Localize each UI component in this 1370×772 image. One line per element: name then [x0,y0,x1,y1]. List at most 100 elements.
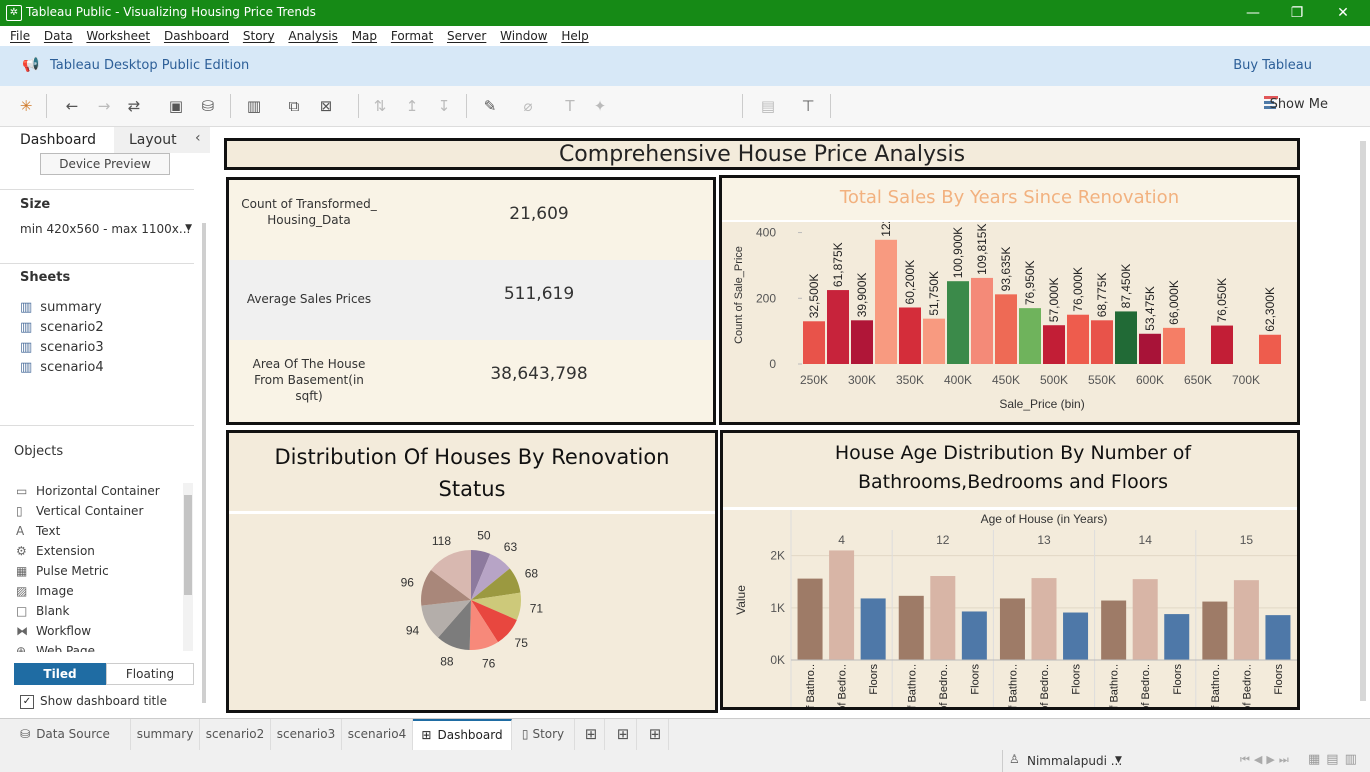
tab-layout[interactable]: Layout [114,127,190,153]
dashboard-scrollbar[interactable] [1360,141,1366,701]
tab-scenario2[interactable]: scenario2 [200,719,271,750]
minimize-icon[interactable]: — [1230,3,1276,23]
object-horizontal-container[interactable]: ▭ Horizontal Container [16,484,182,504]
close-icon[interactable]: ✕ [1320,3,1366,23]
presentation-mode-icon[interactable]: ⊤ [798,96,818,116]
globe-icon: ⊕ [16,644,27,652]
column-header-label: 14 [1139,533,1153,547]
menu-window[interactable]: Window [500,26,547,46]
size-dropdown[interactable]: min 420x560 - max 1100x... ▼ [20,222,192,236]
x-tick-label: No of Bedro.. [1241,664,1253,707]
menu-data[interactable]: Data [44,26,73,46]
buy-tableau-link[interactable]: Buy Tableau [1233,58,1312,73]
menu-help[interactable]: Help [561,26,588,46]
new-story-tab-icon[interactable]: ⊞ [642,719,669,750]
database-icon: ⛁ [20,727,31,741]
tiled-button[interactable]: Tiled [14,663,106,685]
sheet-item-summary[interactable]: ▥ summary [20,300,102,315]
tab-scenario3[interactable]: scenario3 [271,719,342,750]
tab-dashboard[interactable]: Dashboard [0,127,114,153]
replay-icon[interactable]: ⇄ [124,96,144,116]
object-text[interactable]: A Text [16,524,182,544]
pie-slice-label: 96 [401,576,415,590]
menu-map[interactable]: Map [352,26,377,46]
show-cards-icon[interactable]: ▤ [758,96,778,116]
object-blank[interactable]: □ Blank [16,604,182,624]
pie-slice-label: 118 [432,534,451,548]
redo-icon[interactable]: → [94,96,114,116]
device-preview-button[interactable]: Device Preview [40,153,170,175]
menu-analysis[interactable]: Analysis [288,26,337,46]
pie-slice-label: 75 [515,636,529,650]
age-chart: Age of House (in Years) 0K 1K 2K Value 4 No of… [734,510,1297,707]
x-tick-label: No of Bathro.. [906,664,918,707]
object-image[interactable]: ▨ Image [16,584,182,604]
tab-scenario4[interactable]: scenario4 [342,719,413,750]
restore-icon[interactable]: ❐ [1274,3,1320,23]
menu-story[interactable]: Story [243,26,275,46]
menu-file[interactable]: File [10,26,30,46]
show-me-button[interactable]: Show Me [1270,97,1328,112]
sort-descending-icon[interactable]: ↧ [434,96,454,116]
menu-dashboard[interactable]: Dashboard [164,26,229,46]
sales-chart-panel: Total Sales By Years Since Renovation 0 2… [719,175,1300,425]
user-menu[interactable]: ♙ Nimmalapudi ... ▼ [1002,750,1125,772]
y-tick-label: 2K [770,549,785,563]
pin-icon[interactable]: ✦ [590,96,610,116]
show-title-checkbox[interactable]: ✓ [20,695,34,709]
undo-icon[interactable]: ← [62,96,82,116]
show-mark-labels-icon[interactable]: T [560,96,580,116]
left-pane-scrollbar[interactable] [202,223,206,703]
collapse-pane-icon[interactable]: ‹ [195,130,201,146]
object-label: Web Page [36,644,96,652]
menu-server[interactable]: Server [447,26,486,46]
new-dashboard-tab-icon[interactable]: ⊞ [610,719,637,750]
object-web-page[interactable]: ⊕ Web Page [16,644,182,652]
chevron-down-icon: ▼ [1115,755,1122,765]
object-vertical-container[interactable]: ▯ Vertical Container [16,504,182,524]
y-tick-label: 400 [756,226,776,240]
toolbar-divider [466,94,467,118]
tab-dashboard-sheet[interactable]: ⊞ Dashboard [413,719,512,750]
view-mode-icons[interactable]: ▦▤▥ [1308,752,1363,767]
save-icon[interactable]: ▣ [166,96,186,116]
group-members-icon[interactable]: ⌀ [518,96,538,116]
new-worksheet-tab-icon[interactable]: ⊞ [578,719,605,750]
sheets-header: Sheets [20,270,71,285]
sheet-item-scenario3[interactable]: ▥ scenario3 [20,340,104,355]
column-header-title: Age of House (in Years) [981,512,1108,526]
object-workflow[interactable]: ⧓ Workflow [16,624,182,644]
sort-ascending-icon[interactable]: ↥ [402,96,422,116]
sheet-item-scenario2[interactable]: ▥ scenario2 [20,320,104,335]
object-pulse-metric[interactable]: ▦ Pulse Metric [16,564,182,584]
new-datasource-icon[interactable]: ⛁ [198,96,218,116]
story-icon: ▯ [521,727,529,741]
tab-story[interactable]: ▯ Story [512,719,575,750]
scrollbar-thumb[interactable] [184,495,192,595]
tableau-logo-icon[interactable]: ✳ [16,96,36,116]
clear-sheet-icon[interactable]: ⊠ [316,96,336,116]
swap-rows-columns-icon[interactable]: ⇅ [370,96,390,116]
tab-summary[interactable]: summary [131,719,200,750]
age-chart-title: House Age Distribution By Number of Bath… [834,442,1192,493]
objects-scrollbar[interactable] [183,483,193,651]
object-label: Horizontal Container [36,484,160,498]
bar [1115,311,1137,364]
bar [851,320,873,364]
bar [829,550,855,660]
floating-button[interactable]: Floating [106,663,194,685]
x-tick-label: No of Bathro.. [1210,664,1222,707]
edition-label: Tableau Desktop Public Edition [50,58,250,73]
menu-format[interactable]: Format [391,26,433,46]
sheet-navigation-icons[interactable]: ⏮◀▶⏭ [1240,753,1293,767]
highlight-icon[interactable]: ✎ [480,96,500,116]
object-extension[interactable]: ⚙ Extension [16,544,182,564]
tab-data-source[interactable]: ⛁ Data Source [0,719,131,750]
sheet-item-scenario4[interactable]: ▥ scenario4 [20,360,104,375]
menu-worksheet[interactable]: Worksheet [86,26,150,46]
duplicate-sheet-icon[interactable]: ⧉ [284,96,304,116]
title-bar: ✲ Tableau Public - Visualizing Housing P… [0,0,1370,26]
sales-chart-title: Total Sales By Years Since Renovation [839,187,1180,208]
bar [797,578,823,660]
new-worksheet-icon[interactable]: ▥ [244,96,264,116]
